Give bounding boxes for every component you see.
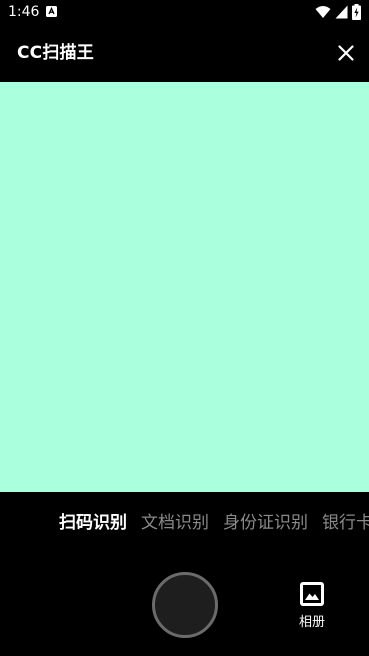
- close-icon: [338, 45, 354, 61]
- status-icons: [315, 4, 361, 20]
- image-icon: [300, 582, 324, 606]
- page-title: CC扫描王: [17, 43, 94, 63]
- tab-document[interactable]: 文档识别: [141, 512, 209, 534]
- shutter-button[interactable]: [152, 572, 218, 638]
- tab-scan-code[interactable]: 扫码识别: [59, 512, 127, 534]
- app-bar: CC扫描王: [0, 24, 369, 82]
- app-notification-icon: [46, 6, 57, 17]
- close-button[interactable]: [333, 40, 359, 66]
- album-button[interactable]: 相册: [290, 578, 334, 634]
- mode-tabs: 扫码识别 文档识别 身份证识别 银行卡识别: [0, 492, 369, 554]
- status-bar: 1:46: [0, 0, 369, 24]
- bottom-controls: 相册: [0, 554, 369, 656]
- tab-id-card[interactable]: 身份证识别: [223, 512, 308, 534]
- tab-bank-card[interactable]: 银行卡识别: [322, 512, 369, 534]
- album-label: 相册: [298, 615, 325, 630]
- wifi-icon: [315, 6, 331, 18]
- status-time: 1:46: [8, 4, 40, 20]
- signal-icon: [335, 5, 348, 19]
- battery-charging-icon: [352, 4, 361, 20]
- camera-preview[interactable]: [0, 82, 369, 492]
